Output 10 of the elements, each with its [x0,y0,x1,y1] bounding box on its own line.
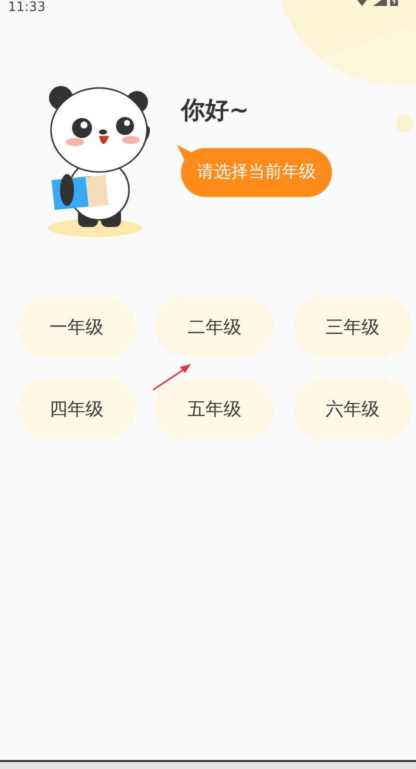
grade-button[interactable]: 四年级 [17,378,136,440]
grade-button[interactable]: 三年级 [293,296,412,358]
decorative-dot [396,115,413,132]
grade-button[interactable]: 二年级 [155,296,274,358]
grade-button[interactable]: 一年级 [17,296,136,358]
status-time: 11:33 [8,1,46,14]
grade-button[interactable]: 五年级 [155,378,274,440]
greeting-title: 你好~ [181,95,250,126]
annotation-arrow [152,362,192,392]
grade-button[interactable]: 六年级 [293,378,412,440]
